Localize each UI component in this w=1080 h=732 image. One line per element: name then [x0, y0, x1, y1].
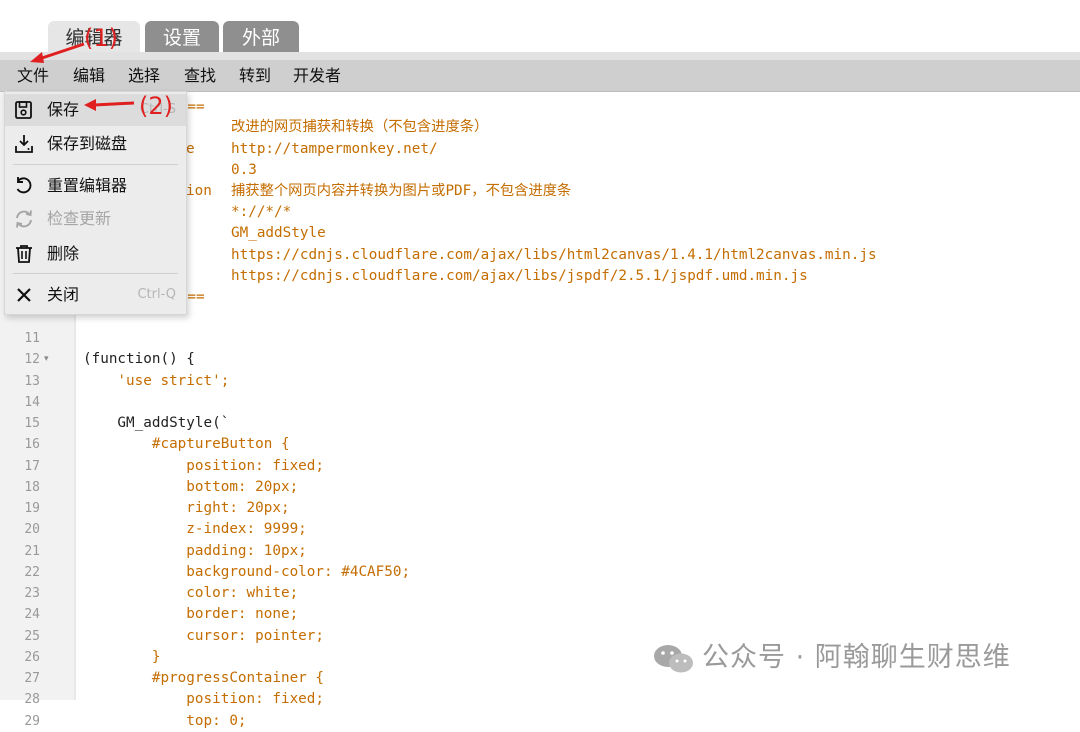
wechat-icon — [654, 645, 693, 673]
watermark-text: 公众号 · 阿翰聊生财思维 — [702, 642, 1011, 673]
line-number: 29 — [24, 713, 40, 729]
code-line: color: white; — [83, 585, 299, 601]
header-value: https://cdnjs.cloudflare.com/ajax/libs/j… — [231, 268, 808, 284]
code-line: cursor: pointer; — [83, 627, 325, 644]
annotation-step-2: (2) — [139, 92, 173, 120]
code-line: border: none; — [83, 606, 299, 623]
code-line: background-color: #4CAF50; — [83, 563, 411, 580]
line-number: 26 — [24, 649, 40, 665]
line-number: 25 — [24, 628, 40, 644]
tab-external[interactable]: 外部 — [223, 21, 299, 55]
menu-item-label: 保存到磁盘 — [47, 134, 128, 153]
annotation-arrowhead-1 — [30, 52, 44, 63]
shortcut-hint: Ctrl-Q — [137, 287, 176, 302]
reset-icon — [16, 177, 32, 194]
code-line: bottom: 20px; — [83, 478, 299, 495]
line-number: 21 — [24, 543, 40, 559]
menu-item-reset-editor[interactable]: 重置编辑器 — [5, 170, 186, 202]
header-value: 0.3 — [231, 162, 257, 178]
annotation-arrow-1 — [35, 42, 85, 62]
code-line: #progressContainer { — [83, 670, 325, 686]
close-icon — [17, 288, 31, 302]
menu-item-label: 删除 — [47, 244, 80, 263]
line-number: 19 — [24, 501, 40, 516]
line-number: 13 — [24, 373, 40, 389]
line-number: 15 — [24, 416, 40, 431]
header-value: *://*/* — [231, 204, 292, 220]
menu-item-label: 重置编辑器 — [47, 176, 128, 195]
line-number: 23 — [24, 586, 40, 601]
line-number: 16 — [24, 437, 40, 453]
menu-item-label: 检查更新 — [47, 209, 112, 228]
menu-item-close[interactable]: 关闭 Ctrl-Q — [5, 279, 186, 311]
menu-developer[interactable]: 开发者 — [293, 60, 341, 91]
trash-icon — [16, 245, 32, 263]
line-number: 22 — [24, 564, 40, 580]
code-line: (function() { — [83, 351, 195, 368]
code-line: 'use strict'; — [83, 372, 230, 389]
menu-separator — [13, 164, 178, 165]
code-line: GM_addStyle(` — [83, 415, 230, 431]
code-line: z-index: 9999; — [83, 521, 307, 538]
annotation-step-1: (1) — [84, 24, 118, 52]
code-line: right: 20px; — [83, 500, 290, 516]
menu-item-save-to-disk[interactable]: 保存到磁盘 — [5, 128, 186, 160]
line-number: 27 — [24, 671, 40, 686]
header-value: 改进的网页捕获和转换（不包含进度条） — [231, 119, 489, 135]
header-value: https://cdnjs.cloudflare.com/ajax/libs/h… — [231, 247, 877, 263]
line-number: 14 — [24, 394, 40, 410]
code-line: top: 0; — [83, 712, 247, 729]
line-number: 24 — [24, 607, 40, 623]
menu-item-delete[interactable]: 删除 — [5, 238, 186, 270]
menu-separator — [13, 273, 178, 274]
code-line: position: fixed; — [83, 457, 325, 474]
header-value: GM_addStyle — [231, 225, 326, 241]
annotation-arrow-2 — [93, 101, 135, 107]
code-line: #captureButton { — [83, 436, 290, 453]
header-value: 捕获整个网页内容并转换为图片或PDF，不包含进度条 — [231, 183, 572, 199]
menu-item-label: 关闭 — [47, 285, 80, 304]
save-to-disk-icon — [15, 135, 33, 153]
header-value: http://tampermonkey.net/ — [231, 141, 438, 157]
code-line: padding: 10px; — [83, 542, 307, 559]
refresh-icon — [16, 210, 32, 228]
header-key: ion — [186, 183, 212, 199]
fold-toggle-icon[interactable]: ▾ — [44, 349, 49, 370]
line-number: 20 — [24, 522, 40, 538]
menu-goto[interactable]: 转到 — [239, 60, 271, 91]
header-key: e — [186, 141, 195, 157]
line-number: 17 — [24, 458, 40, 474]
annotation-arrowhead-2 — [84, 99, 96, 111]
menu-item-check-update: 检查更新 — [5, 203, 186, 235]
line-number: 18 — [24, 479, 40, 495]
code-line: } — [83, 648, 161, 665]
line-number: 11 — [24, 331, 40, 346]
line-number: 12 — [24, 352, 40, 368]
